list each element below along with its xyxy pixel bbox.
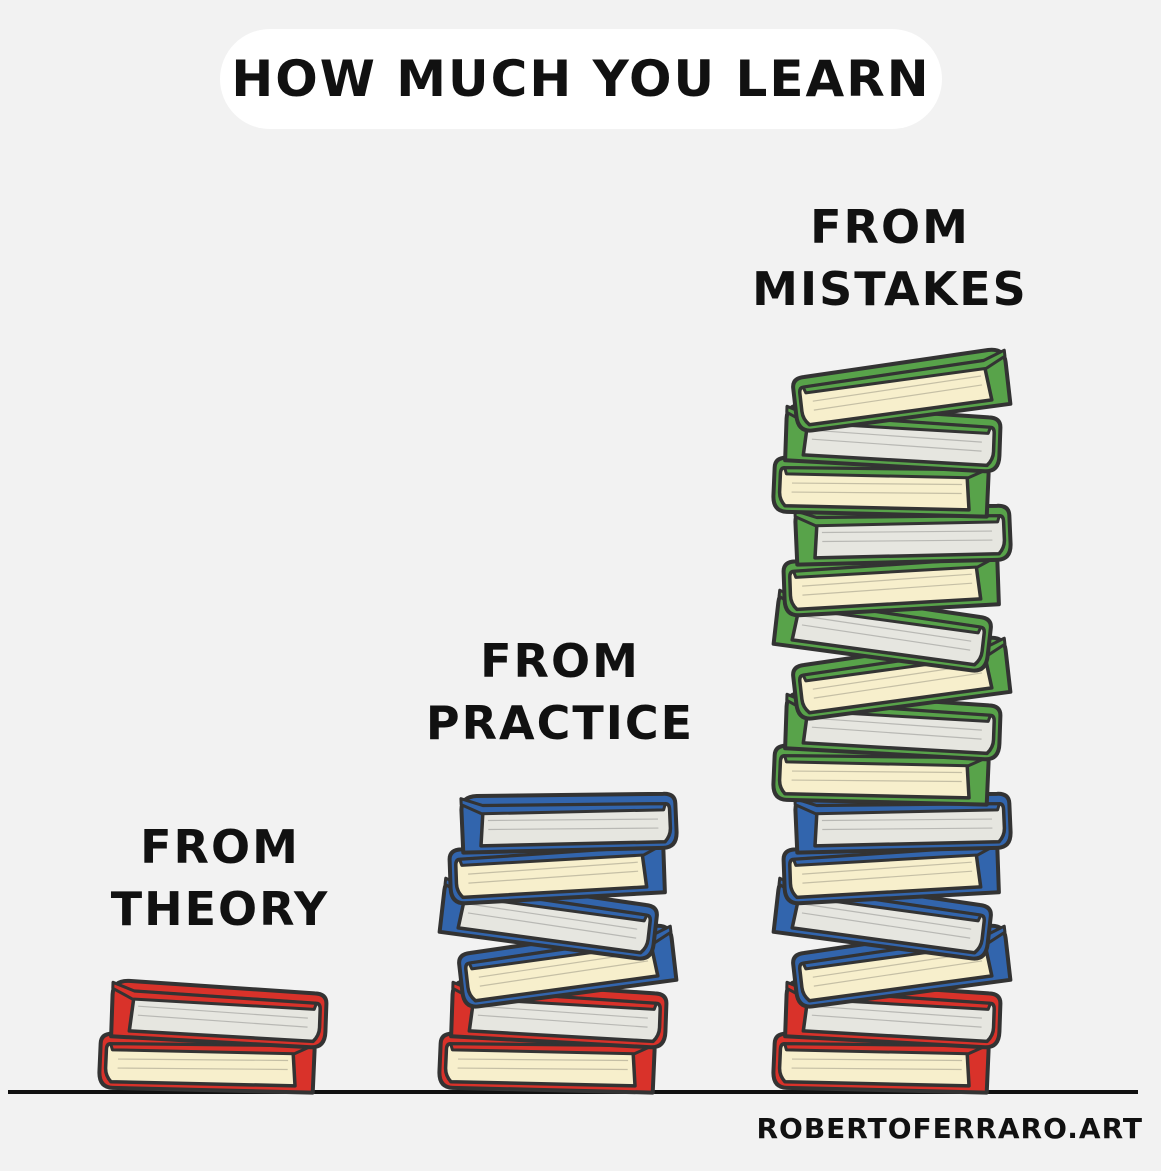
- label-practice-line2: PRACTICE: [425, 696, 695, 750]
- stack-theory: [97, 978, 329, 1095]
- label-theory: FROM THEORY: [100, 816, 340, 940]
- stack-mistakes: [771, 347, 1013, 1095]
- stack-practice: [437, 791, 679, 1095]
- book-stacks-illustration: [8, 347, 1138, 1095]
- label-mistakes: FROM MISTAKES: [745, 196, 1035, 320]
- label-practice-line1: FROM: [480, 634, 640, 688]
- label-practice: FROM PRACTICE: [420, 630, 700, 754]
- page-title: HOW MUCH YOU LEARN: [231, 50, 931, 108]
- title-banner: HOW MUCH YOU LEARN: [220, 29, 942, 129]
- credit-text: ROBERTOFERRARO.ART: [756, 1112, 1143, 1145]
- label-mistakes-line1: FROM: [810, 200, 970, 254]
- book-blue: [459, 791, 679, 855]
- label-theory-line1: FROM: [140, 820, 300, 874]
- label-mistakes-line2: MISTAKES: [752, 262, 1028, 316]
- label-theory-line2: THEORY: [110, 882, 330, 936]
- book-red: [109, 978, 329, 1050]
